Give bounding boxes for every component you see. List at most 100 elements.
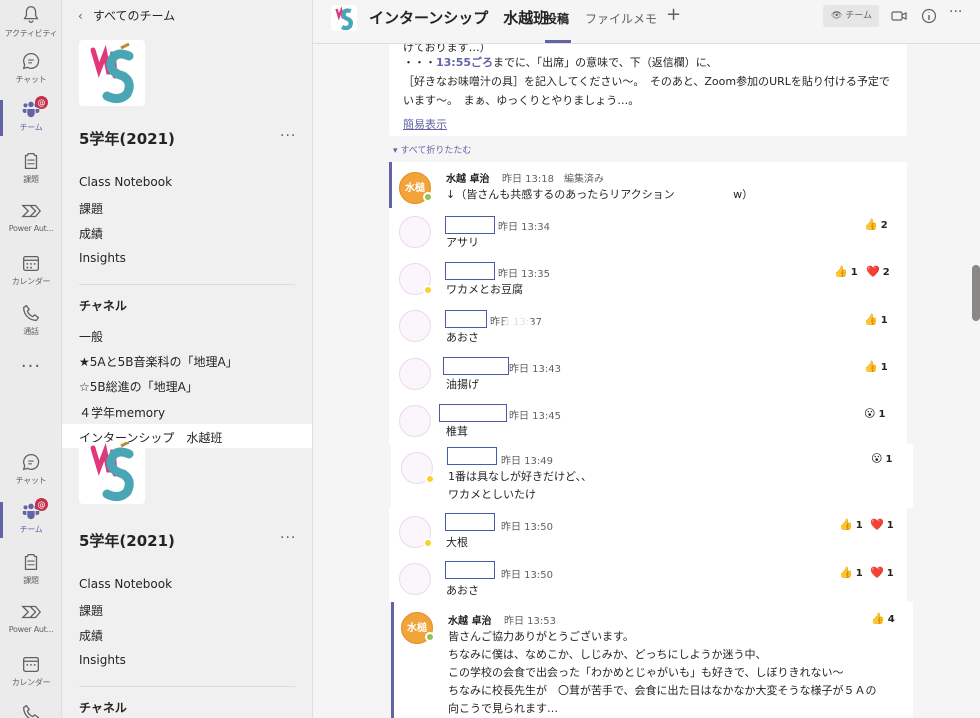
post-card: けております…） ・・・13:55ごろまでに、「出席」の意味で、下（返信欄）に、… [389,44,907,136]
channel-chiri-a-music[interactable]: ★5Aと5B音楽科の「地理A」 [79,353,238,370]
mention-badge: @ [35,96,48,109]
reaction-like[interactable]: 👍 1 [864,360,888,373]
reaction-like[interactable]: 👍 1 [864,313,888,326]
reaction-count: 1 [880,315,888,326]
redacted-author [445,561,495,579]
post-highlight-time: 13:55ごろ [436,56,494,69]
rail-teams[interactable]: @ チーム [0,496,61,544]
presence-available-icon [423,192,433,202]
video-call-icon[interactable] [891,8,907,24]
nav-class-notebook[interactable]: Class Notebook [79,175,172,189]
reply-text: 油揚げ [446,378,479,391]
reaction-heart[interactable]: ❤️ 1 [870,518,894,531]
reaction-count: 1 [878,409,886,420]
rail-label: チャット [15,476,47,485]
more-options-button[interactable]: ··· [949,4,965,20]
rail-calendar[interactable]: カレンダー [0,649,61,697]
reply-item: 昨日 13:34 アサリ 👍 2 [389,208,907,255]
rail-activity[interactable]: アクティビティ [0,0,61,48]
like-icon: 👍 [871,612,885,625]
reply-time: 昨日 13:18 編集済み [502,174,604,185]
bell-icon [23,6,39,23]
heart-icon: ❤️ [866,265,880,278]
reaction-surprised[interactable]: 😮 1 [871,452,892,465]
rail-power-automate[interactable]: Power Aut... [0,196,61,244]
eye-icon: 👁 [831,11,843,21]
like-icon: 👍 [834,265,848,278]
channel-general[interactable]: 一般 [79,328,103,345]
rail-label: チーム [19,123,43,132]
channel-chiri-a-5b[interactable]: ☆5B総進の「地理A」 [79,378,198,395]
reaction-heart[interactable]: ❤️ 1 [870,566,894,579]
surprised-icon: 😮 [871,452,883,465]
reaction-like[interactable]: 👍 1 [839,518,863,531]
chevron-left-icon: ‹ [78,9,83,23]
rail-calls[interactable] [0,698,61,718]
team-logo [79,40,145,106]
tab-files[interactable]: ファイル [585,10,633,27]
reaction-count: 1 [850,267,858,278]
reaction-surprised[interactable]: 😮 1 [864,407,885,420]
rail-chat[interactable]: チャット [0,447,61,495]
rail-power-automate[interactable]: Power Aut... [0,597,61,645]
reply-text: 椎茸 [446,425,468,438]
surprised-icon: 😮 [864,407,876,420]
info-icon[interactable] [921,8,937,24]
reply-item: 昨日 13:50 大根 👍 1 ❤️ 1 [389,508,907,556]
team-logo-image [335,6,353,31]
add-tab-button[interactable]: + [666,4,681,25]
reply-text: ちなみに校長先生が 〇茸が苦手で、会食に出た日はなかなか大変そうな様子が５Ａの [448,684,877,697]
reaction-like[interactable]: 👍 2 [864,218,888,231]
reply-item: 水槌 水越 卓治 昨日 13:53 皆さんご協力ありがとうございます。 ちなみに… [391,602,913,718]
post-text-line: います〜。 まぁ、ゆっくりとやりましょう…。 [403,94,640,107]
reply-item: 昨日 13:35 ワカメとお豆腐 👍 1 ❤️ 2 [389,255,907,303]
team-logo-image [90,42,134,104]
reply-item: 昨日 13:45 椎茸 😮 1 [389,397,907,444]
team-visibility-chip[interactable]: 👁 チーム [823,5,879,27]
scrollbar-thumb[interactable] [972,265,980,321]
rail-calls[interactable]: 通話 [0,298,61,346]
tab-posts[interactable]: 投稿 [545,10,569,27]
avatar [399,216,431,248]
redacted-author [445,310,487,328]
show-less-link[interactable]: 簡易表示 [403,116,447,132]
reaction-count: 1 [880,362,888,373]
more-apps-button[interactable]: ··· [0,356,61,377]
power-automate-icon [21,204,42,218]
collapse-all-button[interactable]: ▾ すべて折りたたむ [393,143,471,156]
nav-class-notebook[interactable]: Class Notebook [79,577,172,591]
nav-insights[interactable]: Insights [79,251,126,265]
reply-time: 昨日 13:43 [509,364,561,375]
tab-notes[interactable]: メモ [633,10,657,27]
rail-assignments[interactable]: 課題 [0,146,61,194]
rail-teams[interactable]: @ チーム [0,94,61,142]
rail-calendar[interactable]: カレンダー [0,248,61,296]
channel-4th-grade-memory[interactable]: ４学年memory [79,404,165,421]
reply-text: ワカメとしいたけ [448,488,536,501]
team-logo [79,440,145,504]
reaction-like[interactable]: 👍 1 [839,566,863,579]
chat-icon [22,454,40,471]
reaction-count: 4 [887,614,895,625]
rail-assignments[interactable]: 課題 [0,547,61,595]
nav-assignments[interactable]: 課題 [79,602,103,619]
rail-chat[interactable]: チャット [0,46,61,94]
reply-time: 昨日 13:50 [501,522,553,533]
team-name: 5学年(2021) [79,532,175,550]
team-more-button[interactable]: ··· [280,128,296,144]
team-more-button[interactable]: ··· [280,530,296,546]
reaction-heart[interactable]: ❤️ 2 [866,265,890,278]
nav-insights[interactable]: Insights [79,653,126,667]
nav-assignments[interactable]: 課題 [79,200,103,217]
reaction-like[interactable]: 👍 4 [871,612,895,625]
redacted-author [445,262,495,280]
reply-item: 昨日 13:43 油揚げ 👍 1 [389,350,907,397]
back-to-all-teams[interactable]: ‹ すべてのチーム [78,7,175,24]
rail-label: アクティビティ [4,29,58,38]
mention-badge: @ [35,498,48,511]
phone-icon [23,304,40,321]
nav-grades[interactable]: 成績 [79,225,103,242]
nav-grades[interactable]: 成績 [79,627,103,644]
reaction-like[interactable]: 👍 1 [834,265,858,278]
reply-author: 水越 卓治 [448,616,492,627]
